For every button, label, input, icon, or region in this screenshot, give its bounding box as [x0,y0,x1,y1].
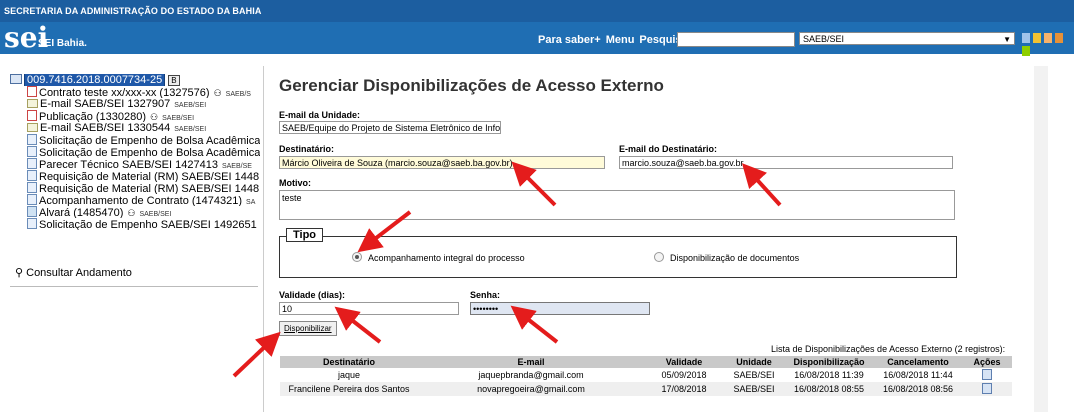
arrow-type-option [357,210,412,253]
annotation-arrows [232,161,782,378]
arrow-recipient [511,161,557,207]
arrow-validity [334,306,382,344]
arrow-recipient-email [741,163,782,207]
arrow-submit [232,331,281,378]
arrow-password [510,305,559,344]
